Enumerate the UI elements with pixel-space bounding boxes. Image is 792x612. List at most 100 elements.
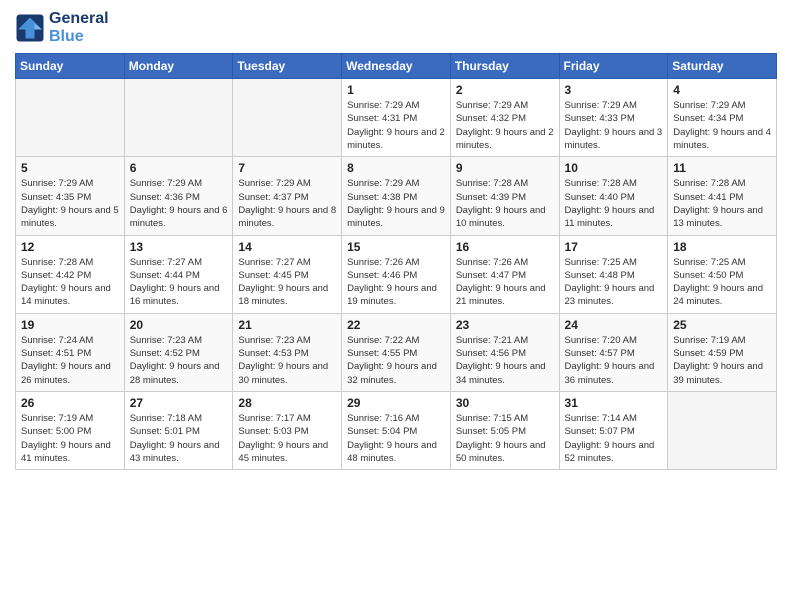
calendar-cell: 9 Sunrise: 7:28 AM Sunset: 4:39 PM Daylig… — [450, 157, 559, 235]
calendar-cell: 1Sunrise: 7:29 AM Sunset: 4:31 PM Daylig… — [342, 79, 451, 157]
day-number: 11 — [673, 161, 771, 175]
calendar-cell — [16, 79, 125, 157]
calendar-cell — [668, 391, 777, 469]
calendar-cell: 23 Sunrise: 7:21 AM Sunset: 4:56 PM Dayli… — [450, 313, 559, 391]
day-number: 29 — [347, 396, 445, 410]
day-info: Sunrise: 7:28 AM Sunset: 4:41 PM Dayligh… — [673, 177, 771, 230]
weekday-header-monday: Monday — [124, 54, 233, 79]
day-info: Sunrise: 7:19 AM Sunset: 5:00 PM Dayligh… — [21, 412, 119, 465]
day-info: Sunrise: 7:29 AM Sunset: 4:34 PM Dayligh… — [673, 99, 771, 152]
calendar-cell: 19Sunrise: 7:24 AM Sunset: 4:51 PM Dayli… — [16, 313, 125, 391]
day-info: Sunrise: 7:18 AM Sunset: 5:01 PM Dayligh… — [130, 412, 228, 465]
day-info: Sunrise: 7:29 AM Sunset: 4:36 PM Dayligh… — [130, 177, 228, 230]
calendar-cell: 17 Sunrise: 7:25 AM Sunset: 4:48 PM Dayli… — [559, 235, 668, 313]
day-number: 25 — [673, 318, 771, 332]
calendar-cell: 22 Sunrise: 7:22 AM Sunset: 4:55 PM Dayli… — [342, 313, 451, 391]
day-number: 31 — [565, 396, 663, 410]
calendar-cell: 24 Sunrise: 7:20 AM Sunset: 4:57 PM Dayli… — [559, 313, 668, 391]
weekday-header-tuesday: Tuesday — [233, 54, 342, 79]
calendar-table: SundayMondayTuesdayWednesdayThursdayFrid… — [15, 53, 777, 470]
day-number: 14 — [238, 240, 336, 254]
calendar-cell: 28Sunrise: 7:17 AM Sunset: 5:03 PM Dayli… — [233, 391, 342, 469]
calendar-cell: 25 Sunrise: 7:19 AM Sunset: 4:59 PM Dayli… — [668, 313, 777, 391]
calendar-cell: 26 Sunrise: 7:19 AM Sunset: 5:00 PM Dayli… — [16, 391, 125, 469]
day-info: Sunrise: 7:27 AM Sunset: 4:45 PM Dayligh… — [238, 256, 336, 309]
day-info: Sunrise: 7:28 AM Sunset: 4:40 PM Dayligh… — [565, 177, 663, 230]
calendar-cell: 4 Sunrise: 7:29 AM Sunset: 4:34 PM Daylig… — [668, 79, 777, 157]
day-info: Sunrise: 7:23 AM Sunset: 4:52 PM Dayligh… — [130, 334, 228, 387]
day-info: Sunrise: 7:28 AM Sunset: 4:42 PM Dayligh… — [21, 256, 119, 309]
calendar-cell: 14 Sunrise: 7:27 AM Sunset: 4:45 PM Dayli… — [233, 235, 342, 313]
day-number: 18 — [673, 240, 771, 254]
week-row-1: 1Sunrise: 7:29 AM Sunset: 4:31 PM Daylig… — [16, 79, 777, 157]
weekday-header-saturday: Saturday — [668, 54, 777, 79]
day-info: Sunrise: 7:29 AM Sunset: 4:33 PM Dayligh… — [565, 99, 663, 152]
day-number: 8 — [347, 161, 445, 175]
page-container: General Blue SundayMondayTuesdayWednesda… — [0, 0, 792, 480]
day-info: Sunrise: 7:19 AM Sunset: 4:59 PM Dayligh… — [673, 334, 771, 387]
weekday-header-wednesday: Wednesday — [342, 54, 451, 79]
calendar-cell: 21Sunrise: 7:23 AM Sunset: 4:53 PM Dayli… — [233, 313, 342, 391]
logo-text: General Blue — [49, 10, 109, 45]
day-number: 10 — [565, 161, 663, 175]
day-info: Sunrise: 7:20 AM Sunset: 4:57 PM Dayligh… — [565, 334, 663, 387]
week-row-3: 12 Sunrise: 7:28 AM Sunset: 4:42 PM Dayli… — [16, 235, 777, 313]
day-info: Sunrise: 7:29 AM Sunset: 4:35 PM Dayligh… — [21, 177, 119, 230]
day-info: Sunrise: 7:26 AM Sunset: 4:47 PM Dayligh… — [456, 256, 554, 309]
logo: General Blue — [15, 10, 109, 45]
weekday-header-friday: Friday — [559, 54, 668, 79]
day-number: 30 — [456, 396, 554, 410]
calendar-cell: 6 Sunrise: 7:29 AM Sunset: 4:36 PM Daylig… — [124, 157, 233, 235]
calendar-cell — [233, 79, 342, 157]
day-info: Sunrise: 7:29 AM Sunset: 4:38 PM Dayligh… — [347, 177, 445, 230]
day-info: Sunrise: 7:29 AM Sunset: 4:32 PM Dayligh… — [456, 99, 554, 152]
day-info: Sunrise: 7:26 AM Sunset: 4:46 PM Dayligh… — [347, 256, 445, 309]
week-row-4: 19Sunrise: 7:24 AM Sunset: 4:51 PM Dayli… — [16, 313, 777, 391]
day-info: Sunrise: 7:22 AM Sunset: 4:55 PM Dayligh… — [347, 334, 445, 387]
day-info: Sunrise: 7:21 AM Sunset: 4:56 PM Dayligh… — [456, 334, 554, 387]
calendar-cell: 15Sunrise: 7:26 AM Sunset: 4:46 PM Dayli… — [342, 235, 451, 313]
calendar-cell: 8 Sunrise: 7:29 AM Sunset: 4:38 PM Daylig… — [342, 157, 451, 235]
calendar-cell: 16 Sunrise: 7:26 AM Sunset: 4:47 PM Dayli… — [450, 235, 559, 313]
weekday-header-sunday: Sunday — [16, 54, 125, 79]
day-number: 6 — [130, 161, 228, 175]
calendar-cell: 27 Sunrise: 7:18 AM Sunset: 5:01 PM Dayli… — [124, 391, 233, 469]
day-info: Sunrise: 7:28 AM Sunset: 4:39 PM Dayligh… — [456, 177, 554, 230]
day-number: 24 — [565, 318, 663, 332]
day-number: 7 — [238, 161, 336, 175]
day-number: 17 — [565, 240, 663, 254]
calendar-cell: 20 Sunrise: 7:23 AM Sunset: 4:52 PM Dayli… — [124, 313, 233, 391]
week-row-2: 5Sunrise: 7:29 AM Sunset: 4:35 PM Daylig… — [16, 157, 777, 235]
day-info: Sunrise: 7:29 AM Sunset: 4:31 PM Dayligh… — [347, 99, 445, 152]
day-number: 13 — [130, 240, 228, 254]
calendar-cell: 31Sunrise: 7:14 AM Sunset: 5:07 PM Dayli… — [559, 391, 668, 469]
day-number: 20 — [130, 318, 228, 332]
calendar-cell: 7 Sunrise: 7:29 AM Sunset: 4:37 PM Daylig… — [233, 157, 342, 235]
calendar-cell: 18 Sunrise: 7:25 AM Sunset: 4:50 PM Dayli… — [668, 235, 777, 313]
day-number: 27 — [130, 396, 228, 410]
day-number: 16 — [456, 240, 554, 254]
day-number: 21 — [238, 318, 336, 332]
day-info: Sunrise: 7:25 AM Sunset: 4:48 PM Dayligh… — [565, 256, 663, 309]
day-number: 22 — [347, 318, 445, 332]
weekday-header-row: SundayMondayTuesdayWednesdayThursdayFrid… — [16, 54, 777, 79]
calendar-cell: 5Sunrise: 7:29 AM Sunset: 4:35 PM Daylig… — [16, 157, 125, 235]
week-row-5: 26 Sunrise: 7:19 AM Sunset: 5:00 PM Dayli… — [16, 391, 777, 469]
day-number: 4 — [673, 83, 771, 97]
day-number: 9 — [456, 161, 554, 175]
day-number: 23 — [456, 318, 554, 332]
calendar-cell: 3 Sunrise: 7:29 AM Sunset: 4:33 PM Daylig… — [559, 79, 668, 157]
calendar-cell — [124, 79, 233, 157]
calendar-cell: 29 Sunrise: 7:16 AM Sunset: 5:04 PM Dayli… — [342, 391, 451, 469]
day-number: 19 — [21, 318, 119, 332]
calendar-cell: 30Sunrise: 7:15 AM Sunset: 5:05 PM Dayli… — [450, 391, 559, 469]
day-number: 26 — [21, 396, 119, 410]
day-number: 2 — [456, 83, 554, 97]
day-info: Sunrise: 7:29 AM Sunset: 4:37 PM Dayligh… — [238, 177, 336, 230]
logo-icon — [15, 13, 45, 43]
day-info: Sunrise: 7:25 AM Sunset: 4:50 PM Dayligh… — [673, 256, 771, 309]
day-number: 12 — [21, 240, 119, 254]
day-info: Sunrise: 7:16 AM Sunset: 5:04 PM Dayligh… — [347, 412, 445, 465]
calendar-cell: 13Sunrise: 7:27 AM Sunset: 4:44 PM Dayli… — [124, 235, 233, 313]
day-number: 3 — [565, 83, 663, 97]
